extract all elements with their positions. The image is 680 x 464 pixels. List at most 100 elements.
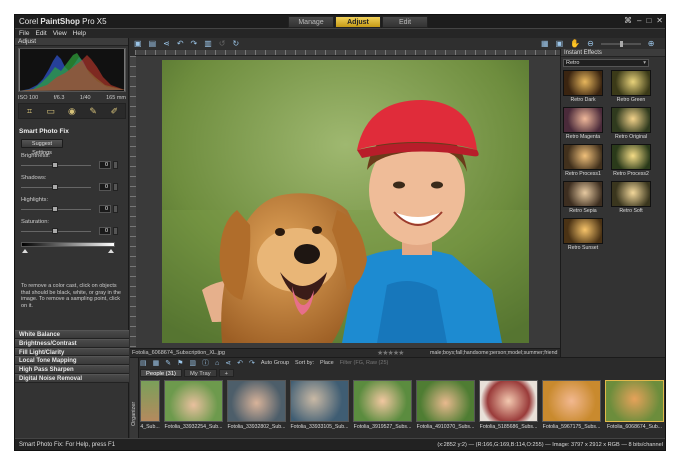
highlights-handle[interactable] [52,206,58,212]
section-high-pass-sharpen[interactable]: High Pass Sharpen [15,365,129,374]
highlights-spinner[interactable] [113,205,118,213]
effect-retro-process1[interactable]: Retro Process1 [563,144,603,178]
effect-retro-dark[interactable]: Retro Dark [563,70,603,104]
delete-icon[interactable]: ▥ [189,359,196,367]
tab-my-tray[interactable]: My Tray [183,369,217,377]
undo-icon[interactable]: ↺ [219,38,226,49]
save-as-icon[interactable]: ▤ [149,38,157,49]
effect-retro-magenta[interactable]: Retro Magenta [563,107,603,141]
menu-edit[interactable]: Edit [35,29,46,38]
menu-help[interactable]: Help [73,29,86,38]
share-icon[interactable]: ⋖ [163,38,170,49]
suggest-settings-button[interactable]: Suggest Settings [21,139,63,156]
brightness-value[interactable]: 0 [99,161,111,169]
section-white-balance[interactable]: White Balance [15,330,129,339]
filter-select[interactable]: Filter (FG, Raw (25) [340,360,389,366]
photo-tags[interactable]: male;boys;fall;handsome;person;model;sum… [430,350,558,356]
thumbnail[interactable]: Fotolia_33932254_Sub... [164,380,223,436]
crop-icon[interactable]: ⌗ [24,106,36,116]
tab-edit[interactable]: Edit [382,16,428,28]
effect-retro-soft[interactable]: Retro Soft [611,181,651,215]
section-local-tone-mapping[interactable]: Local Tone Mapping [15,356,129,366]
share-icon[interactable]: ⋖ [225,359,231,367]
image-canvas[interactable] [136,56,560,348]
brightness-spinner[interactable] [113,161,118,169]
zoom-in-icon[interactable]: ⊕ [648,39,655,48]
tab-people[interactable]: People (31) [140,369,182,377]
thumbnail-partial[interactable]: 4_Sub... [140,380,160,436]
tab-adjust[interactable]: Adjust [335,16,381,28]
thumbnail[interactable]: Fotolia_33933105_Sub... [290,380,349,436]
menu-view[interactable]: View [53,29,67,38]
zoom-slider[interactable] [600,40,641,47]
zoom-out-icon[interactable]: ⊖ [587,39,594,48]
shadows-handle[interactable] [52,184,58,190]
effect-retro-process2[interactable]: Retro Process2 [611,144,651,178]
rotate-left-icon[interactable]: ↶ [177,38,184,49]
pan-hand-icon[interactable]: ✋ [570,39,580,48]
section-brightness-contrast[interactable]: Brightness/Contrast [15,338,129,348]
workspace-icon[interactable]: ⌘ [624,16,632,25]
makeover-icon[interactable]: ✎ [87,106,99,116]
smart-photo-fix-title: Smart Photo Fix [19,128,69,135]
section-digital-noise-removal[interactable]: Digital Noise Removal [15,373,129,383]
maximize-icon[interactable]: □ [646,16,651,25]
effect-retro-sepia[interactable]: Retro Sepia [563,181,603,215]
exif-iso: ISO 100 [18,95,39,101]
effect-thumbnail [611,70,651,96]
add-tab-button[interactable]: + [218,369,234,377]
flag-icon[interactable]: ⚑ [177,359,183,367]
sort-by-select[interactable]: Place [320,360,334,366]
saturation-spinner[interactable] [113,227,118,235]
save-icon[interactable]: ▣ [134,38,142,49]
rotate-right-icon[interactable]: ↷ [249,359,255,367]
rotate-right-icon[interactable]: ↷ [191,38,198,49]
thumbnail[interactable]: Fotolia_4910370_Subs... [416,380,475,436]
thumbnail[interactable]: Fotolia_5967175_Subs... [542,380,601,436]
brightness-handle[interactable] [52,162,58,168]
tab-manage[interactable]: Manage [288,16,334,28]
effect-thumbnail [611,181,651,207]
highlights-value[interactable]: 0 [99,205,111,213]
thumbnail-selected[interactable]: Fotolia_6068674_Sub... [605,380,664,436]
effect-retro-sunset[interactable]: Retro Sunset [563,218,603,252]
auto-group-button[interactable]: Auto Group [261,360,289,366]
close-icon[interactable]: ✕ [656,16,663,25]
thumbnail-image [416,380,475,422]
thumbnail-caption: 4_Sub... [140,424,160,430]
delete-icon[interactable]: ▥ [204,38,212,49]
tag-icon[interactable]: ⌂ [215,360,219,367]
edit-icon[interactable]: ✎ [165,359,171,367]
view-mode-icon[interactable]: ▦ [153,359,160,367]
rotate-left-icon[interactable]: ↶ [237,359,243,367]
rating-stars[interactable]: ★★★★★ [377,349,404,357]
shadows-value[interactable]: 0 [99,183,111,191]
thumbnail[interactable]: Fotolia_5185686_Subs... [479,380,538,436]
minimize-icon[interactable]: – [637,16,641,25]
effects-category-select[interactable]: Retro ▾ [563,59,649,67]
fit-window-icon[interactable]: ▦ [541,39,549,48]
effect-label: Retro Original [614,134,647,140]
effect-retro-original[interactable]: Retro Original [611,107,651,141]
saturation-value[interactable]: 0 [99,227,111,235]
actual-size-icon[interactable]: ▣ [556,39,564,48]
organizer-side-tab[interactable]: Organizer [130,358,139,439]
info-icon[interactable]: ⓘ [202,358,209,368]
main-photo[interactable] [162,60,529,343]
black-white-gradient[interactable] [21,242,115,247]
effect-retro-green[interactable]: Retro Green [611,70,651,104]
straighten-icon[interactable]: ▭ [45,106,57,116]
thumbnail[interactable]: Fotolia_33932802_Sub... [227,380,286,436]
gradient-pin-markers[interactable] [21,249,115,253]
select-all-icon[interactable]: ▤ [140,359,147,367]
thumbnail-caption: Fotolia_33932802_Sub... [227,424,286,430]
redo-icon[interactable]: ↻ [233,38,240,49]
section-fill-light-clarity[interactable]: Fill Light/Clarity [15,347,129,357]
histogram-graph [18,49,126,91]
thumbnail[interactable]: Fotolia_3919527_Subs... [353,380,412,436]
saturation-handle[interactable] [52,228,58,234]
menu-file[interactable]: File [19,29,29,38]
clone-brush-icon[interactable]: ✐ [108,106,120,116]
shadows-spinner[interactable] [113,183,118,191]
red-eye-icon[interactable]: ◉ [66,106,78,116]
